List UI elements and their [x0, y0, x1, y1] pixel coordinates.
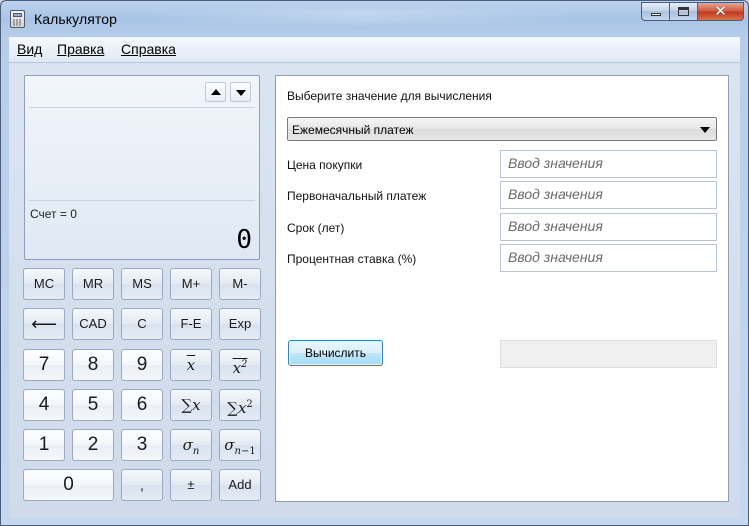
exp-button[interactable]: Exp [219, 308, 261, 340]
calculation-type-select[interactable]: Ежемесячный платеж [287, 117, 717, 141]
caption-buttons: ✕ [641, 2, 744, 22]
decimal-button[interactable]: , [121, 469, 163, 501]
digit-2-button[interactable]: 2 [72, 429, 114, 461]
mr-button[interactable]: MR [72, 268, 114, 300]
sample-std-dev-button[interactable]: σn−1 [219, 429, 261, 461]
maximize-button[interactable] [670, 2, 698, 21]
menu-item-view[interactable]: Вид [17, 41, 42, 57]
close-icon: ✕ [714, 3, 727, 20]
term-years-input[interactable]: Ввод значения [500, 213, 717, 241]
purchase-price-label: Цена покупки [287, 158, 363, 172]
minimize-icon [651, 13, 661, 16]
backspace-button[interactable]: ⟵ [23, 308, 65, 340]
calculator-app-icon[interactable] [10, 10, 25, 28]
interest-rate-label: Процентная ставка (%) [287, 252, 417, 266]
m-minus-button[interactable]: M- [219, 268, 261, 300]
scroll-up-icon [211, 89, 221, 95]
mean-of-squares-button[interactable]: x2 [219, 349, 261, 381]
display-value: 0 [236, 225, 252, 255]
std-dev-button[interactable]: σn [170, 429, 212, 461]
digit-1-button[interactable]: 1 [23, 429, 65, 461]
mc-button[interactable]: MC [23, 268, 65, 300]
client-area: Счет = 0 0 MC MR MS M+ M- ⟵ CAD C F-E Ex… [9, 63, 740, 518]
title-bar[interactable]: Калькулятор ✕ [1, 1, 748, 37]
sum-of-squares-button[interactable]: ∑x2 [219, 389, 261, 421]
menu-item-help[interactable]: Справка [121, 41, 176, 57]
negate-button[interactable]: ± [170, 469, 212, 501]
digit-9-button[interactable]: 9 [121, 349, 163, 381]
selected-calculation-type: Ежемесячный платеж [292, 123, 414, 137]
digit-7-button[interactable]: 7 [23, 349, 65, 381]
result-field [500, 340, 717, 368]
dropdown-caret-icon [700, 127, 710, 133]
digit-6-button[interactable]: 6 [121, 389, 163, 421]
digit-0-button[interactable]: 0 [23, 469, 114, 501]
digit-5-button[interactable]: 5 [72, 389, 114, 421]
down-payment-input[interactable]: Ввод значения [500, 181, 717, 209]
fe-button[interactable]: F-E [170, 308, 212, 340]
m-plus-button[interactable]: M+ [170, 268, 212, 300]
maximize-icon [678, 7, 689, 16]
menu-bar: Вид Правка Справка [9, 37, 740, 63]
display-divider-top [29, 107, 255, 108]
add-button[interactable]: Add [219, 469, 261, 501]
digit-3-button[interactable]: 3 [121, 429, 163, 461]
ms-button[interactable]: MS [121, 268, 163, 300]
down-payment-label: Первоначальный платеж [287, 189, 427, 203]
digit-4-button[interactable]: 4 [23, 389, 65, 421]
close-button[interactable]: ✕ [698, 2, 744, 21]
menu-item-edit[interactable]: Правка [57, 41, 104, 57]
mortgage-panel: Выберите значение для вычисления Ежемеся… [275, 75, 729, 502]
sum-button[interactable]: ∑x [170, 389, 212, 421]
calculator-window: Калькулятор ✕ Вид Правка Справка Счет = … [0, 0, 749, 526]
window-title: Калькулятор [34, 11, 118, 27]
calculation-prompt: Выберите значение для вычисления [287, 89, 492, 103]
scroll-down-icon [236, 90, 246, 96]
term-years-label: Срок (лет) [287, 221, 345, 235]
statistics-count-label: Счет = 0 [30, 207, 77, 221]
interest-rate-input[interactable]: Ввод значения [500, 244, 717, 272]
cad-button[interactable]: CAD [72, 308, 114, 340]
history-scroll-controls [205, 82, 251, 102]
calculator-display: Счет = 0 0 [24, 75, 260, 260]
digit-8-button[interactable]: 8 [72, 349, 114, 381]
backspace-icon: ⟵ [31, 314, 57, 334]
scroll-up-button[interactable] [205, 82, 226, 102]
title-bar-glass [141, 9, 581, 23]
clear-button[interactable]: C [121, 308, 163, 340]
mean-button[interactable]: x [170, 349, 212, 381]
minimize-button[interactable] [641, 2, 670, 21]
scroll-down-button[interactable] [230, 82, 251, 102]
calculate-button[interactable]: Вычислить [288, 340, 383, 366]
display-divider-bottom [29, 200, 255, 201]
purchase-price-input[interactable]: Ввод значения [500, 150, 717, 178]
